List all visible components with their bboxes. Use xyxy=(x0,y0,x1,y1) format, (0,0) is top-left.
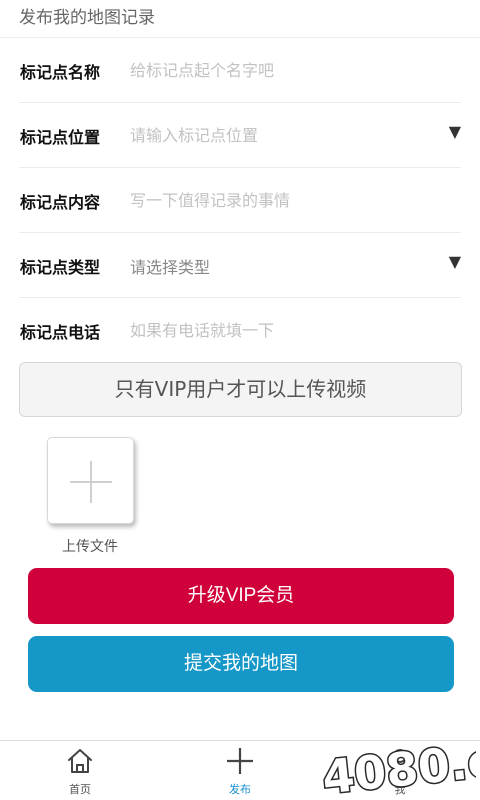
watermark-text: 4080.com xyxy=(320,740,476,800)
phone-input[interactable] xyxy=(130,318,430,342)
position-dropdown-icon[interactable]: ▼ xyxy=(449,122,461,141)
type-dropdown-icon[interactable]: ▼ xyxy=(449,252,461,271)
tab-publish-label: 发布 xyxy=(229,783,251,796)
form-row-type[interactable]: 标记点类型 请选择类型 ▼ xyxy=(19,233,461,298)
form-row-name: 标记点名称 xyxy=(19,38,461,103)
page-header: 发布我的地图记录 xyxy=(0,0,480,38)
name-input[interactable] xyxy=(130,58,430,82)
form-row-position: 标记点位置 ▼ xyxy=(19,103,461,168)
type-label: 标记点类型 xyxy=(20,258,101,277)
site-logo-watermark: 4080.com xyxy=(318,740,476,800)
tab-publish[interactable]: 发布 xyxy=(200,741,280,800)
tab-home[interactable]: 首页 xyxy=(40,741,120,800)
tab-home-label: 首页 xyxy=(69,783,91,796)
vip-video-notice: 只有VIP用户才可以上传视频 xyxy=(19,362,462,417)
upload-file-label: 上传文件 xyxy=(62,539,118,555)
form-row-phone: 标记点电话 xyxy=(19,298,461,363)
position-input[interactable] xyxy=(130,123,430,147)
position-label: 标记点位置 xyxy=(20,128,101,147)
type-select[interactable]: 请选择类型 xyxy=(130,254,210,278)
submit-map-button[interactable]: 提交我的地图 xyxy=(28,636,454,692)
content-input[interactable] xyxy=(130,188,430,212)
form-row-content: 标记点内容 xyxy=(19,168,461,233)
upgrade-vip-button[interactable]: 升级VIP会员 xyxy=(28,568,454,624)
content-label: 标记点内容 xyxy=(20,193,101,212)
add-file-plus-icon xyxy=(70,461,112,503)
name-label: 标记点名称 xyxy=(20,63,101,82)
upload-file-button[interactable] xyxy=(47,437,134,524)
page-title: 发布我的地图记录 xyxy=(19,8,155,28)
plus-icon xyxy=(227,748,253,774)
home-icon xyxy=(68,749,92,773)
phone-label: 标记点电话 xyxy=(20,323,101,342)
publish-map-page: 发布我的地图记录 标记点名称 标记点位置 ▼ 标记点内容 标记点类型 请选择类型… xyxy=(0,0,480,800)
